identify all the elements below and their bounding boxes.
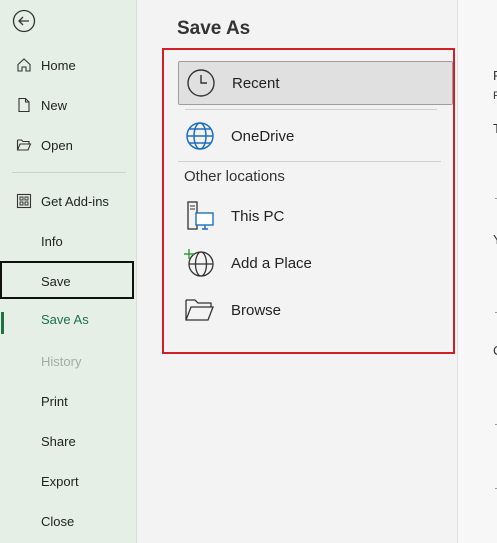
nav-print[interactable]: Print xyxy=(0,386,136,416)
nav-export[interactable]: Export xyxy=(0,466,136,496)
nav-get-add-ins-label: Get Add-ins xyxy=(41,193,109,209)
save-as-panel: Save As Recent OneDrive Other locations … xyxy=(137,0,457,543)
sidebar-divider xyxy=(12,172,126,173)
other-locations-heading: Other locations xyxy=(184,168,285,185)
nav-new-label: New xyxy=(41,97,68,113)
grid-icon xyxy=(16,193,32,209)
home-icon xyxy=(17,58,31,72)
location-onedrive[interactable]: OneDrive xyxy=(178,114,453,158)
location-this-pc-label: This PC xyxy=(231,207,285,225)
nav-info-label: Info xyxy=(41,233,63,249)
nav-save-as[interactable]: Save As xyxy=(0,304,136,334)
pc-icon xyxy=(187,201,214,230)
location-recent-label: Recent xyxy=(232,74,280,92)
folder-icon xyxy=(185,299,214,321)
location-this-pc[interactable]: This PC xyxy=(178,194,453,238)
selection-indicator xyxy=(1,312,4,334)
nav-close-label: Close xyxy=(41,513,75,529)
right-fragment: Y xyxy=(493,232,497,247)
divider xyxy=(185,109,437,110)
nav-open[interactable]: Open xyxy=(0,130,136,160)
nav-open-label: Open xyxy=(41,137,73,153)
back-button[interactable] xyxy=(12,9,36,33)
location-browse-label: Browse xyxy=(231,301,282,319)
right-fragment: P xyxy=(493,90,497,102)
location-recent[interactable]: Recent xyxy=(178,61,453,105)
nav-get-add-ins[interactable]: Get Add-ins xyxy=(0,186,136,216)
nav-print-label: Print xyxy=(41,393,68,409)
back-arrow-icon xyxy=(12,9,36,33)
nav-export-label: Export xyxy=(41,473,79,489)
nav-history-label: History xyxy=(41,353,82,369)
right-fragment: T xyxy=(493,121,497,136)
location-add-a-place[interactable]: Add a Place xyxy=(178,241,453,285)
folder-open-icon xyxy=(16,139,32,151)
right-fragment: P xyxy=(493,68,497,83)
new-file-icon xyxy=(18,97,30,113)
nav-home-label: Home xyxy=(41,57,76,73)
location-add-a-place-label: Add a Place xyxy=(231,254,312,272)
nav-save-as-label: Save As xyxy=(41,311,89,327)
nav-close[interactable]: Close xyxy=(0,506,136,536)
save-highlight-box xyxy=(0,261,134,299)
files-panel: P P T Y C xyxy=(457,0,497,543)
nav-share[interactable]: Share xyxy=(0,426,136,456)
nav-history: History xyxy=(0,346,136,376)
nav-new[interactable]: New xyxy=(0,90,136,120)
add-place-icon xyxy=(184,249,214,277)
page-title: Save As xyxy=(177,18,251,39)
nav-share-label: Share xyxy=(41,433,76,449)
location-browse[interactable]: Browse xyxy=(178,288,453,332)
divider xyxy=(178,161,441,162)
right-fragment: C xyxy=(493,343,497,358)
nav-info[interactable]: Info xyxy=(0,226,136,256)
clock-icon xyxy=(187,69,215,97)
backstage-sidebar: Home New Open Get Add-ins Info Save Save… xyxy=(0,0,137,543)
nav-home[interactable]: Home xyxy=(0,50,136,80)
location-onedrive-label: OneDrive xyxy=(231,127,295,145)
globe-icon xyxy=(186,122,214,150)
